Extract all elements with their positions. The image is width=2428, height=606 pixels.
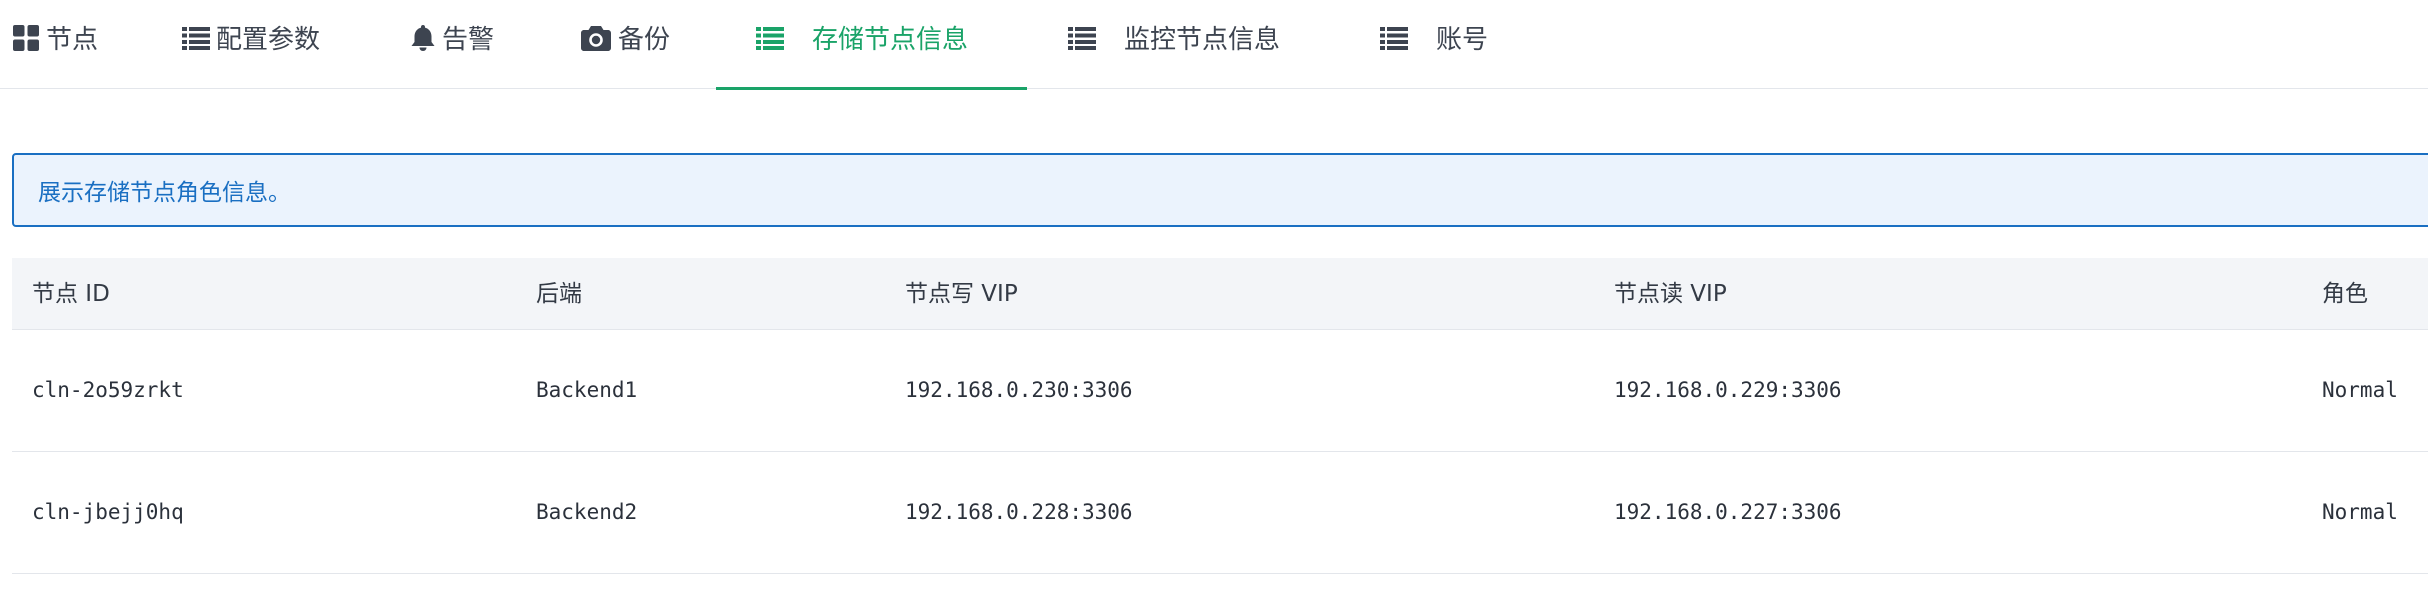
camera-icon <box>580 22 612 54</box>
cell-write-vip: 192.168.0.228:3306 <box>905 500 1133 524</box>
tab-label: 节点 <box>46 25 99 55</box>
cell-write-vip: 192.168.0.230:3306 <box>905 378 1133 402</box>
cell-backend: Backend2 <box>536 500 638 524</box>
tab-label: 监控节点信息 <box>1124 25 1281 55</box>
cell-role: Normal <box>2322 500 2398 524</box>
list-icon <box>182 22 210 54</box>
cell-read-vip: 192.168.0.229:3306 <box>1614 378 1842 402</box>
column-header-node-id: 节点 ID <box>32 281 110 307</box>
tab-config-params[interactable]: 配置参数 <box>182 0 320 89</box>
column-header-read-vip: 节点读 VIP <box>1614 281 1727 307</box>
column-header-role: 角色 <box>2322 281 2368 307</box>
tab-backup[interactable]: 备份 <box>580 0 670 89</box>
table-row: cln-jbejj0hq Backend2 192.168.0.228:3306… <box>12 452 2428 574</box>
info-banner: 展示存储节点角色信息。 <box>12 153 2428 227</box>
tab-label: 配置参数 <box>216 25 321 55</box>
list-icon <box>1068 22 1096 54</box>
column-header-write-vip: 节点写 VIP <box>905 281 1018 307</box>
table-row: cln-2o59zrkt Backend1 192.168.0.230:3306… <box>12 330 2428 452</box>
cell-role: Normal <box>2322 378 2398 402</box>
grid-icon <box>12 22 40 54</box>
cell-read-vip: 192.168.0.227:3306 <box>1614 500 1842 524</box>
info-banner-text: 展示存储节点角色信息。 <box>38 180 291 206</box>
tab-nodes[interactable]: 节点 <box>12 0 98 89</box>
tab-storage-node-info[interactable]: 存储节点信息 <box>716 0 1027 90</box>
bell-icon <box>410 22 436 54</box>
tab-monitor-node-info[interactable]: 监控节点信息 <box>1068 0 1280 89</box>
column-header-backend: 后端 <box>536 281 582 307</box>
cell-node-id: cln-2o59zrkt <box>32 378 184 402</box>
tab-label: 备份 <box>618 25 671 55</box>
tab-accounts[interactable]: 账号 <box>1380 0 1488 89</box>
cell-node-id: cln-jbejj0hq <box>32 500 184 524</box>
list-icon <box>756 22 784 54</box>
tab-bar: 节点 配置参数 告警 备份 存储节点信息 监控节点信息 账号 <box>0 0 2428 90</box>
table-header: 节点 ID 后端 节点写 VIP 节点读 VIP 角色 <box>12 258 2428 330</box>
list-icon <box>1380 22 1408 54</box>
tab-label: 存储节点信息 <box>812 25 969 55</box>
tab-label: 账号 <box>1436 25 1489 55</box>
tab-alarms[interactable]: 告警 <box>410 0 494 89</box>
tab-label: 告警 <box>442 25 495 55</box>
storage-node-table: 节点 ID 后端 节点写 VIP 节点读 VIP 角色 cln-2o59zrkt… <box>12 258 2428 574</box>
cell-backend: Backend1 <box>536 378 638 402</box>
